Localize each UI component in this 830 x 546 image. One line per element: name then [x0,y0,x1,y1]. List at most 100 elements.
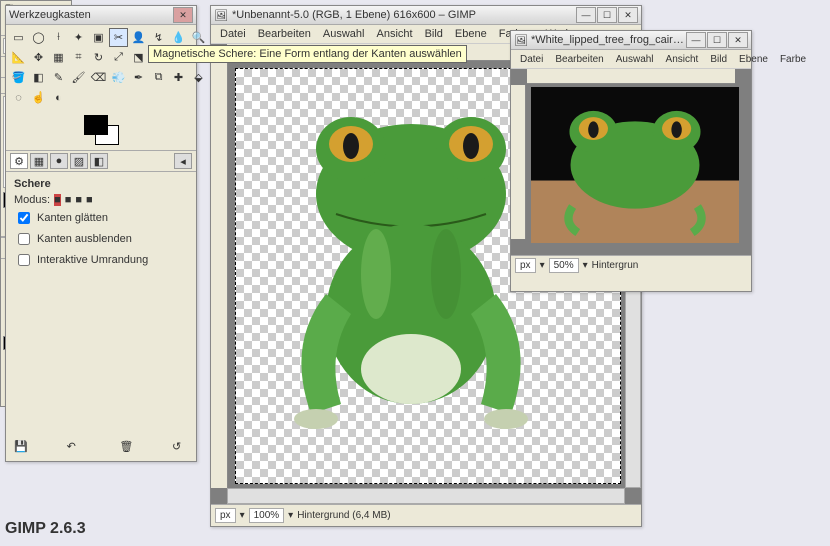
modus-label: Modus: [14,194,50,206]
secondary-titlebar[interactable]: 🖼 *White_lipped_tree_frog_cairns_jan_8_2… [511,31,751,50]
tool-pencil[interactable]: ✎ [49,68,68,87]
restore-icon[interactable]: ↶ [67,440,83,456]
tool-ink[interactable]: ✒ [129,68,148,87]
tool-airbrush[interactable]: 💨 [109,68,128,87]
scrollbar-horizontal[interactable] [227,488,625,504]
tool-ellipse-select[interactable]: ◯ [29,28,48,47]
menu-bild[interactable]: Bild [420,27,448,41]
layer-status: Hintergrun [592,260,639,271]
tool-measure[interactable]: 📐 [9,48,28,67]
menu-ansicht[interactable]: Ansicht [661,53,704,66]
unit-selector[interactable]: px [515,258,536,273]
tool-paintbrush[interactable]: 🖌 [69,68,88,87]
tool-foreground-select[interactable]: 👤 [129,28,148,47]
menu-datei[interactable]: Datei [515,53,548,66]
main-titlebar[interactable]: 🖼 *Unbenannt-5.0 (RGB, 1 Ebene) 616x600 … [211,6,641,25]
opt-feather: Kanten ausblenden [37,233,132,245]
fg-color-swatch[interactable] [84,115,108,135]
mode-replace[interactable]: ■ [54,194,61,206]
opt-interactive: Interaktive Umrandung [37,254,148,266]
secondary-canvas-area [511,69,751,255]
main-statusbar: px▾ 100%▾ Hintergrund (6,4 MB) [211,504,641,525]
ruler-vertical[interactable] [511,85,526,239]
tool-blur[interactable]: ◌ [9,88,28,107]
menu-bearbeiten[interactable]: Bearbeiten [253,27,316,41]
tool-crop[interactable]: ⌗ [69,48,88,67]
tooltip: Magnetische Schere: Eine Form entlang de… [148,45,467,63]
tool-heal[interactable]: ✚ [169,68,188,87]
tab-brushes[interactable]: ● [50,153,68,169]
close-icon[interactable]: ✕ [728,32,748,48]
tool-free-select[interactable]: ⟊ [49,28,68,47]
ruler-vertical[interactable] [211,60,228,488]
tool-scissors[interactable]: ✂ [109,28,128,47]
zoom-level[interactable]: 50% [549,258,579,273]
opt-antialias: Kanten glätten [37,212,108,224]
color-swatches [6,110,196,150]
tool-rotate[interactable]: ↻ [89,48,108,67]
tool-dodge[interactable]: ◐ [49,88,68,107]
menu-ebene[interactable]: Ebene [450,27,492,41]
secondary-image-window: 🖼 *White_lipped_tree_frog_cairns_jan_8_2… [510,30,752,292]
tab-device[interactable]: ▦ [30,153,48,169]
mode-subtract[interactable]: ■ [75,194,82,206]
version-label: GIMP 2.6.3 [5,520,86,538]
maximize-icon[interactable]: ☐ [707,32,727,48]
tool-eraser[interactable]: ⌫ [89,68,108,87]
maximize-icon[interactable]: ☐ [597,7,617,23]
menu-bearbeiten[interactable]: Bearbeiten [550,53,608,66]
main-title: *Unbenannt-5.0 (RGB, 1 Ebene) 616x600 – … [232,9,576,21]
tool-fuzzy-select[interactable]: ✦ [69,28,88,47]
toolbox-title: Werkzeugkasten [9,9,173,21]
menu-farbe[interactable]: Farbe [775,53,811,66]
secondary-title: *White_lipped_tree_frog_cairns_jan_8_20.… [531,34,686,46]
antialias-checkbox[interactable] [18,212,30,224]
menu-auswahl[interactable]: Auswahl [318,27,370,41]
options-title: Schere [14,178,188,190]
minimize-icon[interactable]: — [686,32,706,48]
tool-clone[interactable]: ⧉ [149,68,168,87]
tool-smudge[interactable]: ☝ [29,88,48,107]
unit-selector[interactable]: px [215,508,236,523]
ruler-horizontal[interactable] [527,69,735,84]
secondary-menubar: DateiBearbeitenAuswahlAnsichtBildEbeneFa… [511,50,751,69]
close-icon[interactable]: ✕ [173,7,193,23]
mode-intersect[interactable]: ■ [86,194,93,206]
mode-add[interactable]: ■ [65,194,72,206]
delete-icon[interactable]: 🗑 [119,440,135,456]
tab-tool-options[interactable]: ⚙ [10,153,28,169]
tab-gradient[interactable]: ◧ [90,153,108,169]
tool-perspective-clone[interactable]: ⬙ [189,68,208,87]
tab-menu-icon[interactable]: ◂ [174,153,192,169]
menu-bild[interactable]: Bild [705,53,732,66]
tool-rect-select[interactable]: ▭ [9,28,28,47]
tool-bucket-fill[interactable]: 🪣 [9,68,28,87]
layer-status: Hintergrund (6,4 MB) [297,510,390,521]
menu-auswahl[interactable]: Auswahl [611,53,659,66]
toolbox-bottom-bar: 💾 ↶ 🗑 ↺ [6,438,196,458]
feather-checkbox[interactable] [18,233,30,245]
tab-pattern[interactable]: ▨ [70,153,88,169]
minimize-icon[interactable]: — [576,7,596,23]
tool-blend[interactable]: ◧ [29,68,48,87]
tool-align[interactable]: ▦ [49,48,68,67]
menu-datei[interactable]: Datei [215,27,251,41]
close-icon[interactable]: ✕ [618,7,638,23]
tool-options-tabs: ⚙ ▦ ● ▨ ◧ ◂ [6,150,196,172]
tool-scale[interactable]: ⤢ [109,48,128,67]
tool-shear[interactable]: ⬔ [129,48,148,67]
zoom-level[interactable]: 100% [249,508,285,523]
tool-grid: ▭◯⟊✦▣✂👤↯💧🔍📐✥▦⌗↻⤢⬔▱⇋A🪣◧✎🖌⌫💨✒⧉✚⬙◌☝◐ [6,25,196,110]
tool-color-select[interactable]: ▣ [89,28,108,47]
menu-ansicht[interactable]: Ansicht [371,27,417,41]
tool-options-panel: Schere Modus: ■ ■ ■ ■ Kanten glätten Kan… [6,172,196,278]
toolbox-window: Werkzeugkasten ✕ ▭◯⟊✦▣✂👤↯💧🔍📐✥▦⌗↻⤢⬔▱⇋A🪣◧✎… [5,5,197,462]
menu-ebene[interactable]: Ebene [734,53,773,66]
save-icon[interactable]: 💾 [14,440,30,456]
frog-photo[interactable] [531,87,739,243]
reset-icon[interactable]: ↺ [172,440,188,456]
interactive-checkbox[interactable] [18,254,30,266]
secondary-statusbar: px▾ 50%▾ Hintergrun [511,255,751,274]
tool-move[interactable]: ✥ [29,48,48,67]
toolbox-titlebar[interactable]: Werkzeugkasten ✕ [6,6,196,25]
